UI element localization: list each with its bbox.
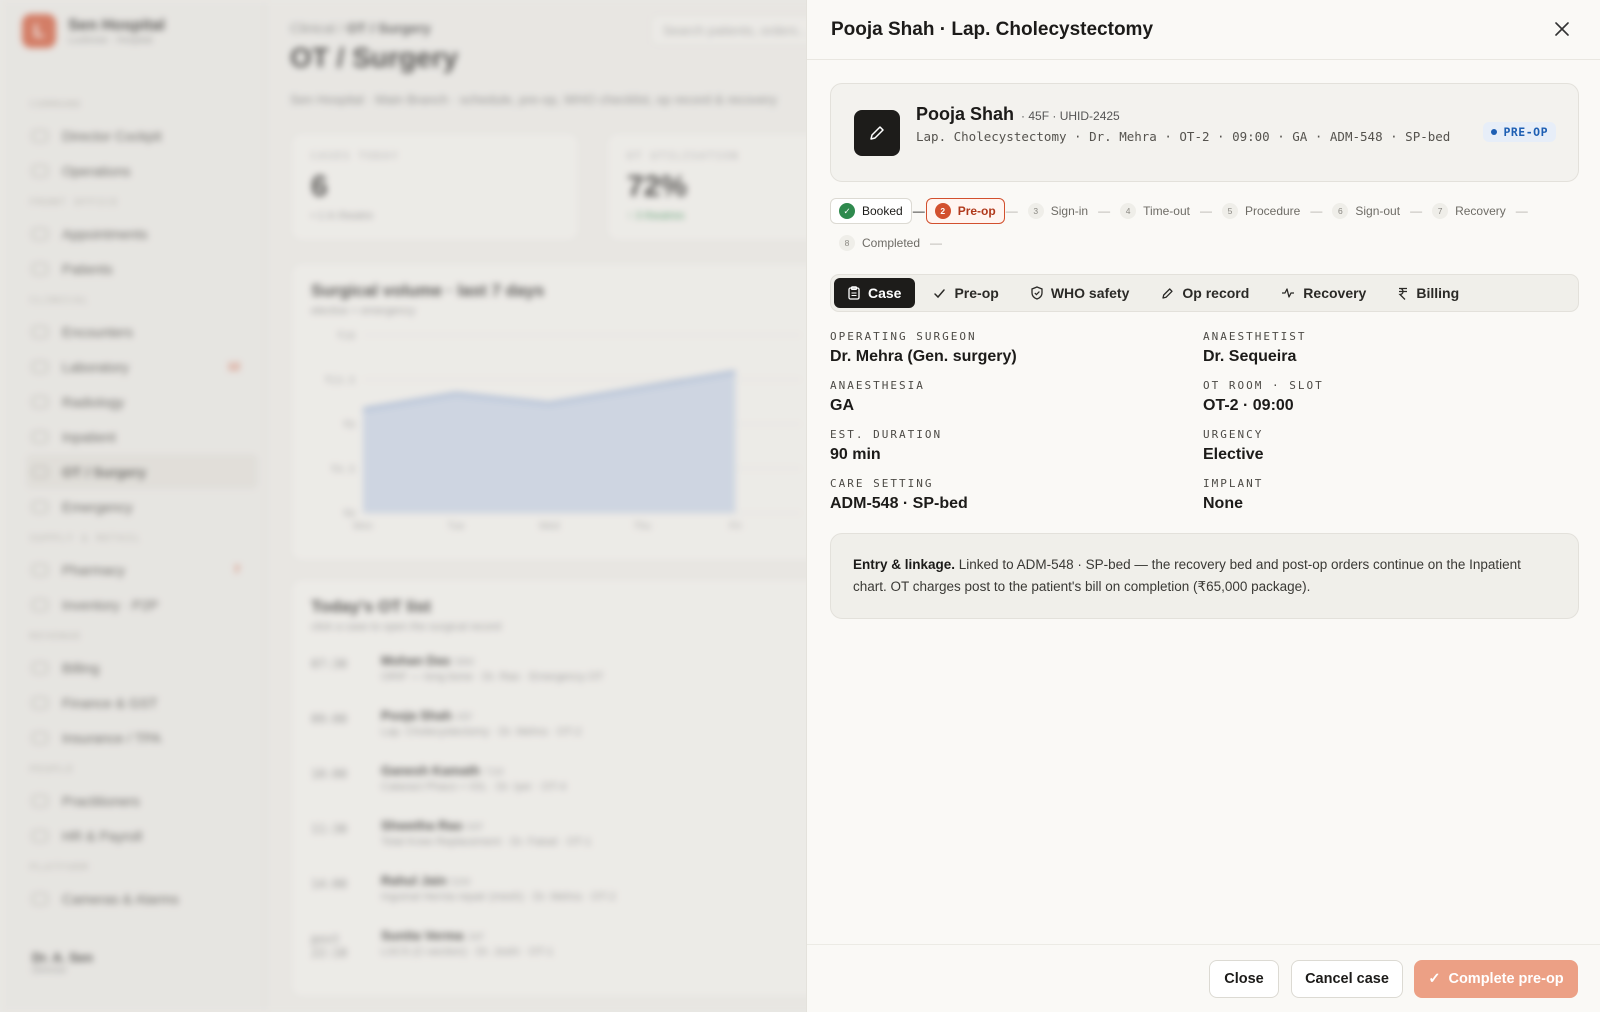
tab-pre-op[interactable]: Pre-op [919, 278, 1012, 308]
field-value: GA [830, 397, 854, 414]
step-connector: — [1199, 204, 1212, 218]
step-pre-op[interactable]: 2 Pre-op [925, 198, 1005, 224]
step-label: Time-out [1143, 204, 1190, 218]
step-label: Sign-in [1050, 204, 1089, 218]
field-care-setting: CARE SETTING ADM-548 · SP-bed [830, 477, 1200, 513]
field-implant: IMPLANT None [1203, 477, 1573, 513]
step-number: 6 [1332, 203, 1349, 219]
field-value: ADM-548 · SP-bed [830, 495, 968, 512]
field-anaesthesia: ANAESTHESIA GA [830, 379, 1200, 415]
shield-icon [1031, 286, 1043, 300]
field-label: EST. DURATION [830, 428, 943, 441]
status-badge: PRE-OP [1483, 122, 1556, 142]
field-label: CARE SETTING [830, 477, 934, 490]
tab-op-record[interactable]: Op record [1147, 278, 1263, 308]
step-connector: — [1005, 204, 1018, 218]
field-label: IMPLANT [1203, 477, 1264, 490]
step-label: Procedure [1244, 204, 1301, 218]
close-drawer-button[interactable] [1550, 17, 1574, 41]
step-number: 8 [839, 235, 855, 251]
field-ot-room-slot: OT ROOM · SLOT OT-2 · 09:00 [1203, 379, 1573, 415]
field-operating-surgeon: OPERATING SURGEON Dr. Mehra (Gen. surger… [830, 330, 1200, 366]
step-connector: — [1310, 204, 1323, 218]
step-label: Recovery [1455, 204, 1506, 218]
check-icon: ✓ [1428, 971, 1441, 987]
clipboard-icon [848, 286, 860, 300]
close-icon [1555, 22, 1569, 36]
pencil-icon [854, 110, 900, 156]
step-connector: — [1098, 204, 1111, 218]
field-value: None [1203, 495, 1243, 512]
field-value: Dr. Sequeira [1203, 348, 1297, 365]
status-badge-label: PRE-OP [1503, 125, 1548, 139]
cancel-case-button[interactable]: Cancel case [1291, 960, 1403, 998]
step-completed[interactable]: 8 Completed [830, 230, 929, 256]
patient-meta: · 45F · UHID-2425 [1021, 109, 1120, 123]
drawer-title: Pooja Shah · Lap. Cholecystectomy [831, 18, 1154, 40]
tab-label: WHO safety [1050, 285, 1130, 301]
field-label: OPERATING SURGEON [830, 330, 977, 343]
tab-case[interactable]: Case [834, 278, 916, 308]
step-number: 4 [1120, 203, 1137, 219]
step-recovery[interactable]: 7 Recovery [1423, 198, 1515, 224]
patient-summary-card: Pooja Shah · 45F · UHID-2425 Lap. Cholec… [830, 83, 1579, 182]
step-booked[interactable]: ✓ Booked [830, 198, 912, 224]
step-procedure[interactable]: 5 Procedure [1213, 198, 1309, 224]
tab-recovery[interactable]: Recovery [1267, 278, 1380, 308]
field-value: OT-2 · 09:00 [1203, 397, 1294, 414]
tab-label: Pre-op [954, 285, 999, 301]
case-drawer: Pooja Shah · Lap. Cholecystectomy Pooja … [806, 0, 1600, 1012]
step-number: 5 [1221, 203, 1238, 219]
complete-pre-op-label: Complete pre-op [1448, 971, 1564, 987]
field-est-duration: EST. DURATION 90 min [830, 428, 1200, 464]
tab-label: Recovery [1303, 285, 1367, 301]
step-connector: — [1410, 204, 1423, 218]
tab-who-safety[interactable]: WHO safety [1017, 278, 1144, 308]
step-number: 7 [1432, 203, 1449, 219]
field-urgency: URGENCY Elective [1203, 428, 1573, 464]
step-number: ✓ [839, 203, 855, 219]
case-tabs: Case Pre-op WHO safety Op record Recovery Bil… [830, 274, 1579, 312]
rupee-icon [1398, 287, 1408, 300]
entry-linkage-note: Entry & linkage. Linked to ADM-548 · SP-… [830, 533, 1579, 619]
field-value: 90 min [830, 446, 881, 463]
step-time-out[interactable]: 4 Time-out [1111, 198, 1199, 224]
status-dot [1491, 129, 1498, 135]
field-anaesthetist: ANAESTHETIST Dr. Sequeira [1203, 330, 1573, 366]
patient-name-line: Pooja Shah · 45F · UHID-2425 [916, 104, 1120, 125]
check-icon [933, 287, 946, 300]
drawer-header: Pooja Shah · Lap. Cholecystectomy [807, 0, 1600, 60]
complete-pre-op-button[interactable]: ✓ Complete pre-op [1414, 960, 1578, 998]
step-label: Sign-out [1355, 204, 1401, 218]
step-sign-in[interactable]: 3 Sign-in [1019, 198, 1097, 224]
workflow-stepper: ✓ Booked — 2 Pre-op — 3 Sign-in — 4 Time-out — 5 Proc… [830, 198, 1580, 256]
step-connector: — [1515, 204, 1528, 218]
field-label: URGENCY [1203, 428, 1264, 441]
tab-label: Op record [1182, 285, 1250, 301]
tab-label: Billing [1416, 285, 1460, 301]
pulse-icon [1281, 287, 1295, 299]
close-button[interactable]: Close [1209, 960, 1279, 998]
field-label: ANAESTHESIA [830, 379, 925, 392]
field-value: Elective [1203, 446, 1264, 463]
step-label: Booked [862, 204, 903, 218]
note-lead: Entry & linkage. [853, 557, 956, 572]
field-value: Dr. Mehra (Gen. surgery) [830, 348, 1017, 365]
step-connector: — [912, 204, 925, 218]
step-label: Completed [862, 236, 921, 250]
step-connector: — [930, 236, 943, 250]
tab-billing[interactable]: Billing [1384, 278, 1473, 308]
step-label: Pre-op [957, 204, 996, 218]
step-number: 3 [1027, 203, 1044, 219]
pencil-icon [1161, 287, 1174, 300]
field-label: ANAESTHETIST [1203, 330, 1307, 343]
tab-label: Case [868, 285, 902, 301]
step-number: 2 [934, 203, 951, 219]
step-sign-out[interactable]: 6 Sign-out [1323, 198, 1409, 224]
drawer-footer: Close Cancel case ✓ Complete pre-op [807, 944, 1600, 1012]
patient-name: Pooja Shah [916, 104, 1015, 124]
field-label: OT ROOM · SLOT [1203, 379, 1324, 392]
case-summary-line: Lap. Cholecystectomy · Dr. Mehra · OT-2 … [916, 129, 1451, 144]
